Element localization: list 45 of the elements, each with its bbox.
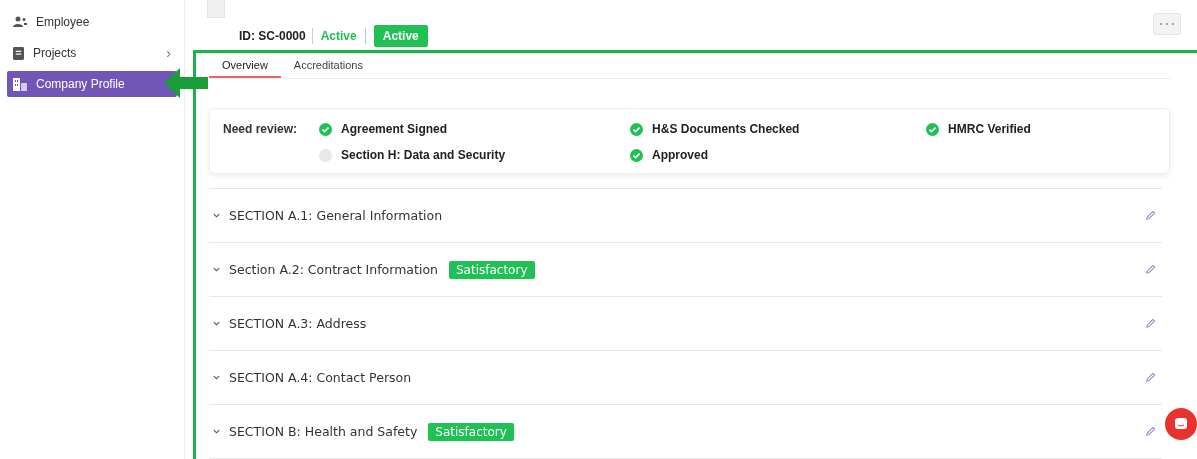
review-item-label: Agreement Signed [341,121,448,137]
section-row[interactable]: SECTION A.1: General Information [209,189,1162,243]
more-icon [1159,22,1175,26]
annotation-arrow [164,68,208,98]
caret-icon [213,267,220,272]
section-row[interactable]: SECTION B: Health and Safety Satisfactory [209,405,1162,459]
caret-icon [213,429,220,434]
chat-icon [1174,417,1188,431]
pencil-icon[interactable] [1145,372,1156,383]
tab[interactable]: Accreditations [280,53,376,78]
section-row[interactable]: SECTION A.3: Address [209,297,1162,351]
pencil-icon[interactable] [1145,210,1156,221]
section-row[interactable]: SECTION A.4: Contact Person [209,351,1162,405]
status-badge: Active [373,25,428,47]
section-title: SECTION B: Health and Safety [229,424,418,439]
sidebar-item[interactable]: Employee [7,9,177,35]
status-badge: Satisfactory [428,422,514,441]
review-item-label: Approved [652,147,709,163]
status-text: Active [320,28,366,44]
section-row[interactable]: Section A.2: Contract Information Satisfactory [209,243,1162,297]
section-title: SECTION A.3: Address [229,316,367,331]
section-title: SECTION A.4: Contact Person [229,370,412,385]
company-id: ID: SC-0000 [239,28,313,44]
sidebar-item[interactable]: Company Profile [7,71,177,97]
caret-icon [213,375,220,380]
caret-icon [213,213,220,218]
section-title: SECTION A.1: General Information [229,208,443,223]
chat-button[interactable] [1165,408,1197,440]
pencil-icon[interactable] [1145,264,1156,275]
building-icon [13,77,27,91]
people-icon [13,16,27,28]
caret-icon [213,321,220,326]
review-item-label: HMRC Verified [948,121,1031,137]
review-item-label: H&S Documents Checked [652,121,800,137]
pencil-icon[interactable] [1145,318,1156,329]
status-badge: Satisfactory [448,260,535,279]
pencil-icon[interactable] [1145,426,1156,437]
document-icon [13,46,24,60]
chevron-right-icon: › [166,45,171,61]
sidebar-item[interactable]: Projects › [7,40,177,66]
review-label: Need review: [223,121,298,138]
tab[interactable]: Overview [209,53,281,78]
section-title: Section A.2: Contract Information [229,262,438,277]
logo-placeholder [207,0,225,18]
review-item-label: Section H: Data and Security [341,147,506,163]
